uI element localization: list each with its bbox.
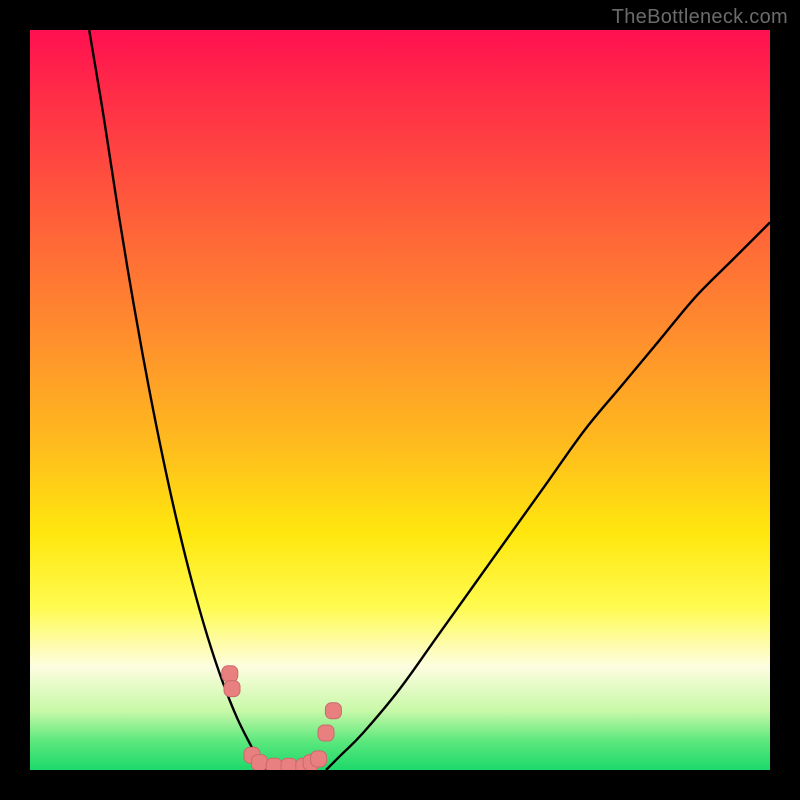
- left-curve: [89, 30, 267, 770]
- data-marker: [318, 725, 334, 741]
- data-marker: [222, 666, 238, 682]
- data-marker: [325, 703, 341, 719]
- watermark-text: TheBottleneck.com: [612, 6, 788, 29]
- chart-frame: TheBottleneck.com: [0, 0, 800, 800]
- data-marker: [251, 755, 267, 770]
- plot-area: [30, 30, 770, 770]
- data-marker: [266, 758, 282, 770]
- data-marker: [311, 751, 327, 767]
- right-curve: [326, 222, 770, 770]
- curve-layer: [30, 30, 770, 770]
- data-marker: [281, 758, 297, 770]
- marker-group: [222, 666, 342, 770]
- data-marker: [224, 681, 240, 697]
